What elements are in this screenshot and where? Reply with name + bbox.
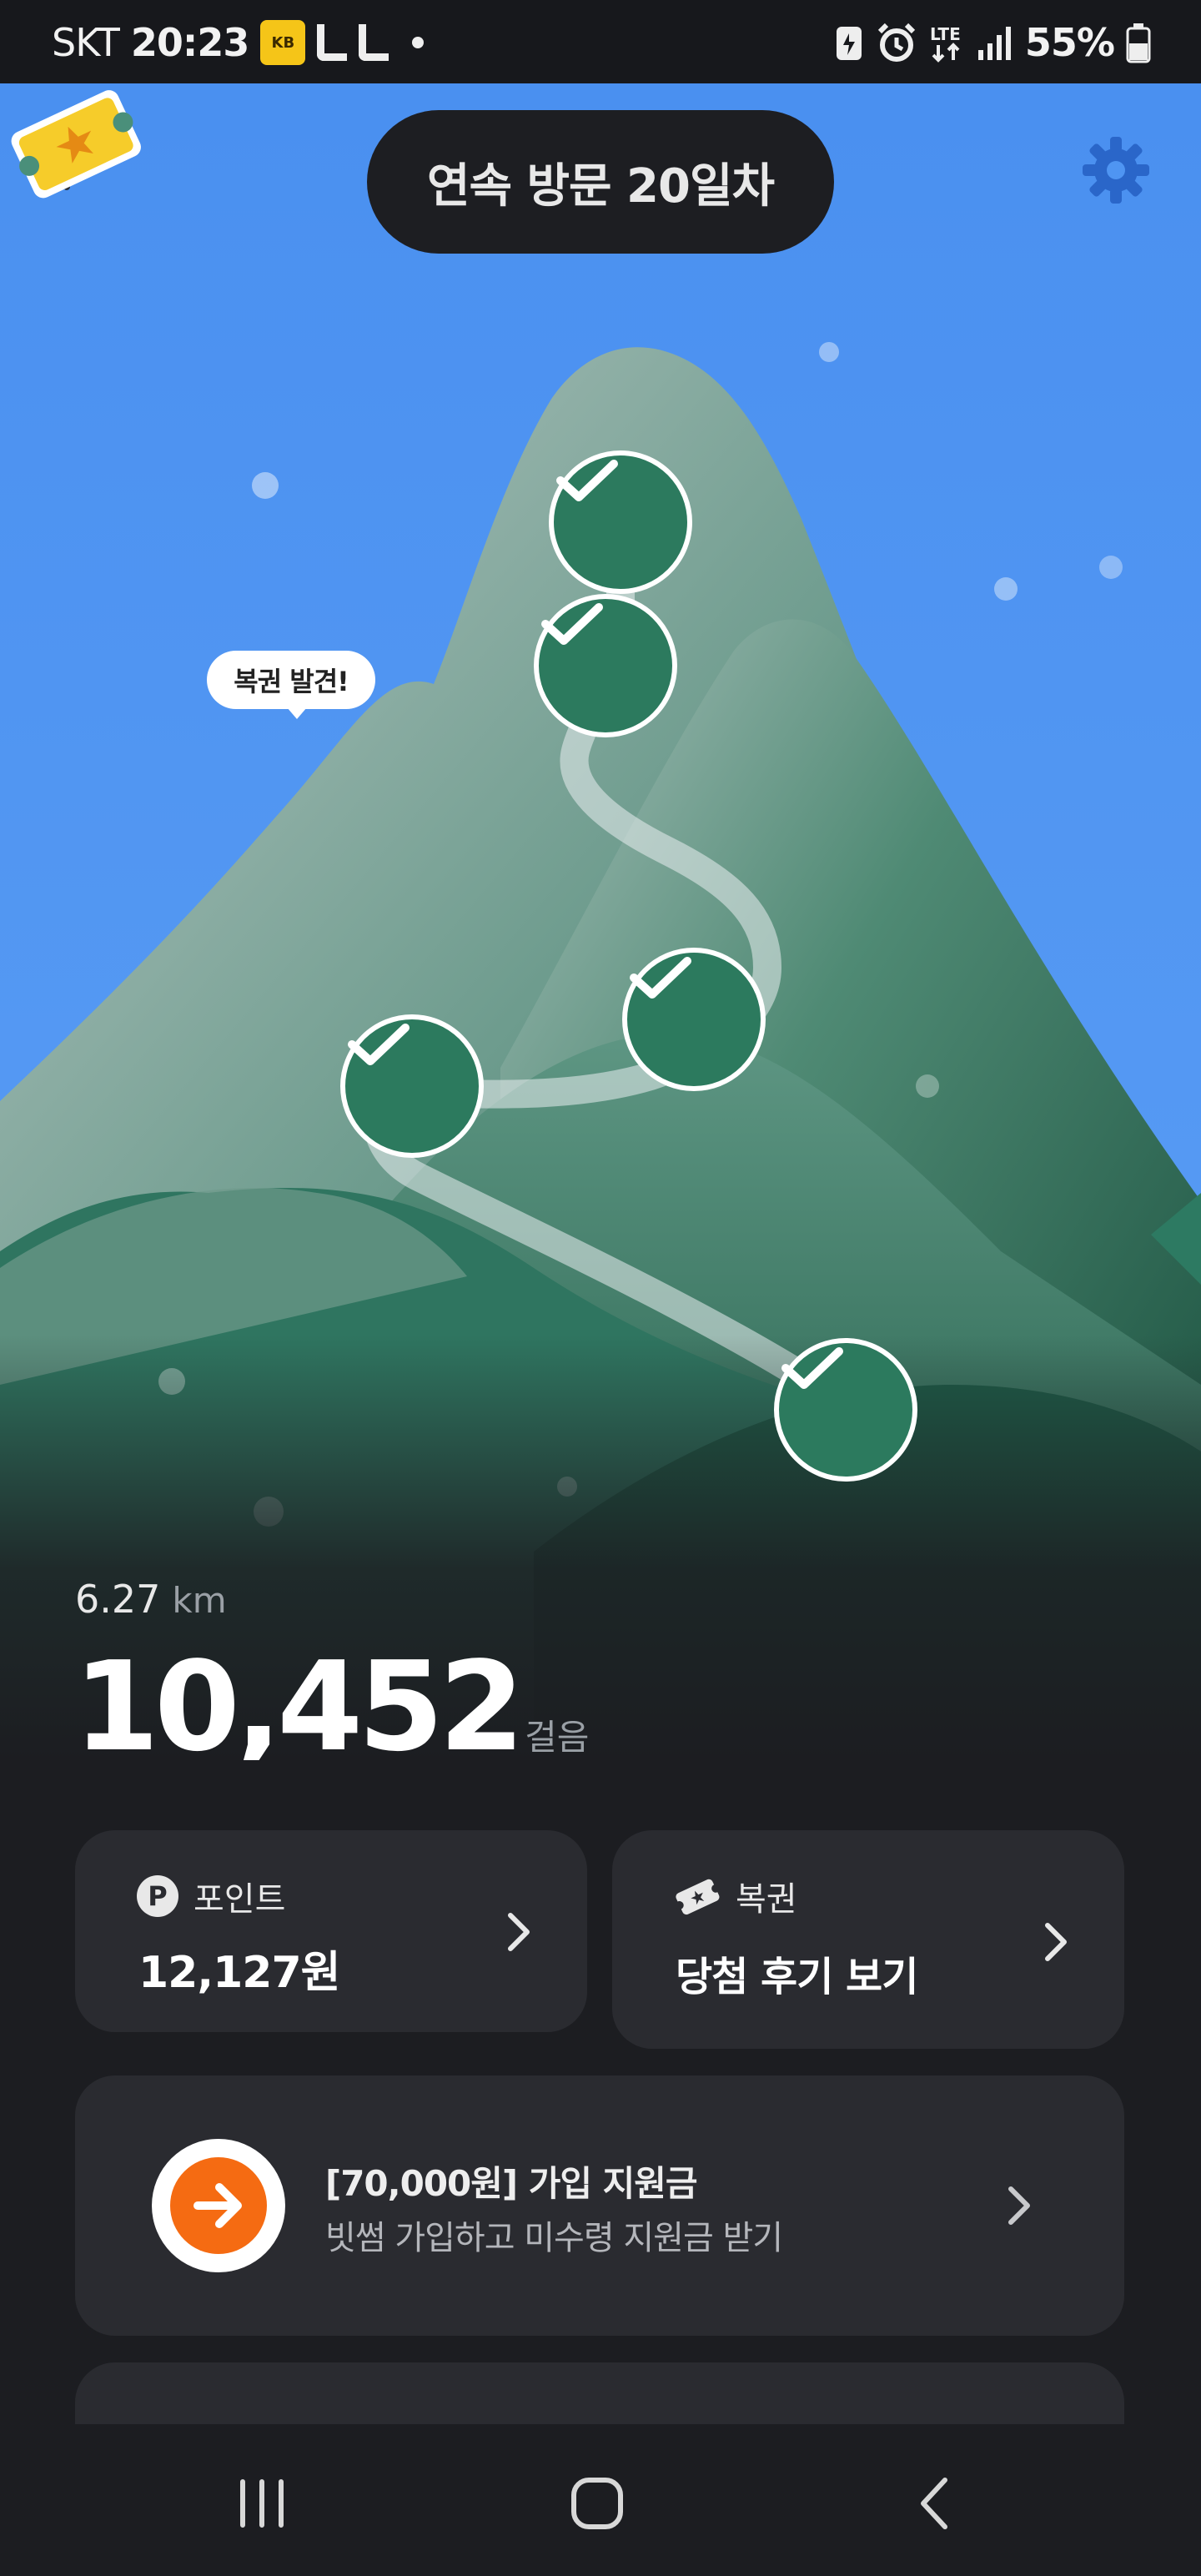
arrow-right-circle-icon [170, 2157, 267, 2254]
svg-text:LTE: LTE [930, 24, 961, 44]
chevron-right-icon [508, 1913, 530, 1951]
check-icon [541, 603, 603, 645]
battery-saver-icon [836, 27, 862, 60]
distance-unit: km [172, 1580, 227, 1621]
steps-readout: 10,452 걸음 [73, 1635, 589, 1760]
lottery-ticket-icon[interactable] [0, 83, 150, 200]
check-icon [630, 957, 691, 999]
mountain-scene: 연속 방문 20일차 복권 발견! 6.27 km 10,452 걸음 [0, 83, 1201, 1760]
signup-bonus-card[interactable]: [70,000원] 가입 지원금 빗썸 가입하고 미수령 지원금 받기 [75, 2075, 1124, 2336]
status-bar: SKT 20:23 KB LTE 55% [0, 0, 1201, 83]
l-app-icon [359, 24, 389, 61]
notification-dot-icon [412, 37, 425, 48]
recent-apps-button[interactable] [212, 2458, 312, 2549]
chevron-right-icon [1045, 1923, 1067, 1961]
checkpoint-4[interactable] [340, 1014, 484, 1158]
lottery-card-header: 복권 [674, 1872, 797, 1920]
ticket-found-label: 복권 발견! [234, 666, 349, 697]
steps-value: 10,452 [73, 1635, 525, 1760]
alarm-icon [877, 23, 916, 62]
visit-streak-title: 연속 방문 20일차 [367, 110, 834, 254]
page-title: 연속 방문 20일차 [426, 158, 775, 214]
lottery-review-link: 당첨 후기 보기 [676, 1954, 918, 2000]
recent-apps-icon [240, 2479, 284, 2528]
promo-subtitle: 빗썸 가입하고 미수령 지원금 받기 [325, 2219, 783, 2257]
lottery-label: 복권 [736, 1880, 797, 1919]
home-icon [571, 2478, 623, 2529]
points-value: 12,127원 [138, 1948, 341, 1998]
carrier-label: SKT [52, 20, 120, 65]
promo-title: [70,000원] 가입 지원금 [325, 2163, 698, 2204]
steps-unit: 걸음 [525, 1717, 590, 1758]
check-icon [348, 1024, 410, 1065]
checkpoint-1[interactable] [549, 450, 692, 594]
system-nav-bar [0, 2424, 1201, 2576]
checkpoint-5[interactable] [774, 1338, 917, 1482]
distance-readout: 6.27 km [75, 1577, 227, 1622]
checkpoint-2[interactable] [534, 594, 677, 737]
distance-value: 6.27 [75, 1577, 161, 1622]
status-right: LTE 55% [833, 20, 1151, 65]
gear-icon [1083, 137, 1149, 204]
settings-button[interactable] [1081, 135, 1164, 219]
checkpoint-3[interactable] [622, 948, 766, 1091]
l-app-icon [317, 24, 348, 61]
battery-icon [1126, 23, 1151, 63]
home-button[interactable] [547, 2458, 647, 2549]
points-card-header: P 포인트 [137, 1872, 285, 1920]
check-icon [556, 460, 618, 501]
points-card[interactable]: P 포인트 12,127원 [75, 1830, 587, 2032]
points-label: 포인트 [193, 1880, 286, 1919]
mountain-illustration [0, 83, 1201, 1760]
back-nav-button[interactable] [884, 2458, 984, 2549]
ticket-found-bubble[interactable]: 복권 발견! [207, 651, 375, 719]
promo-badge [152, 2139, 285, 2272]
check-icon [781, 1347, 843, 1389]
ticket-icon [675, 1879, 721, 1915]
kb-bank-icon: KB [260, 20, 306, 65]
status-left: SKT 20:23 KB [52, 20, 425, 65]
battery-percent: 55% [1024, 20, 1115, 65]
lottery-card[interactable]: 복권 당첨 후기 보기 [612, 1830, 1124, 2049]
clock: 20:23 [130, 20, 249, 65]
chevron-right-icon [1008, 2186, 1030, 2225]
back-chevron-icon [921, 2478, 947, 2529]
lte-icon: LTE [930, 24, 961, 63]
point-p-icon: P [137, 1875, 178, 1917]
signal-icon [977, 27, 1011, 60]
